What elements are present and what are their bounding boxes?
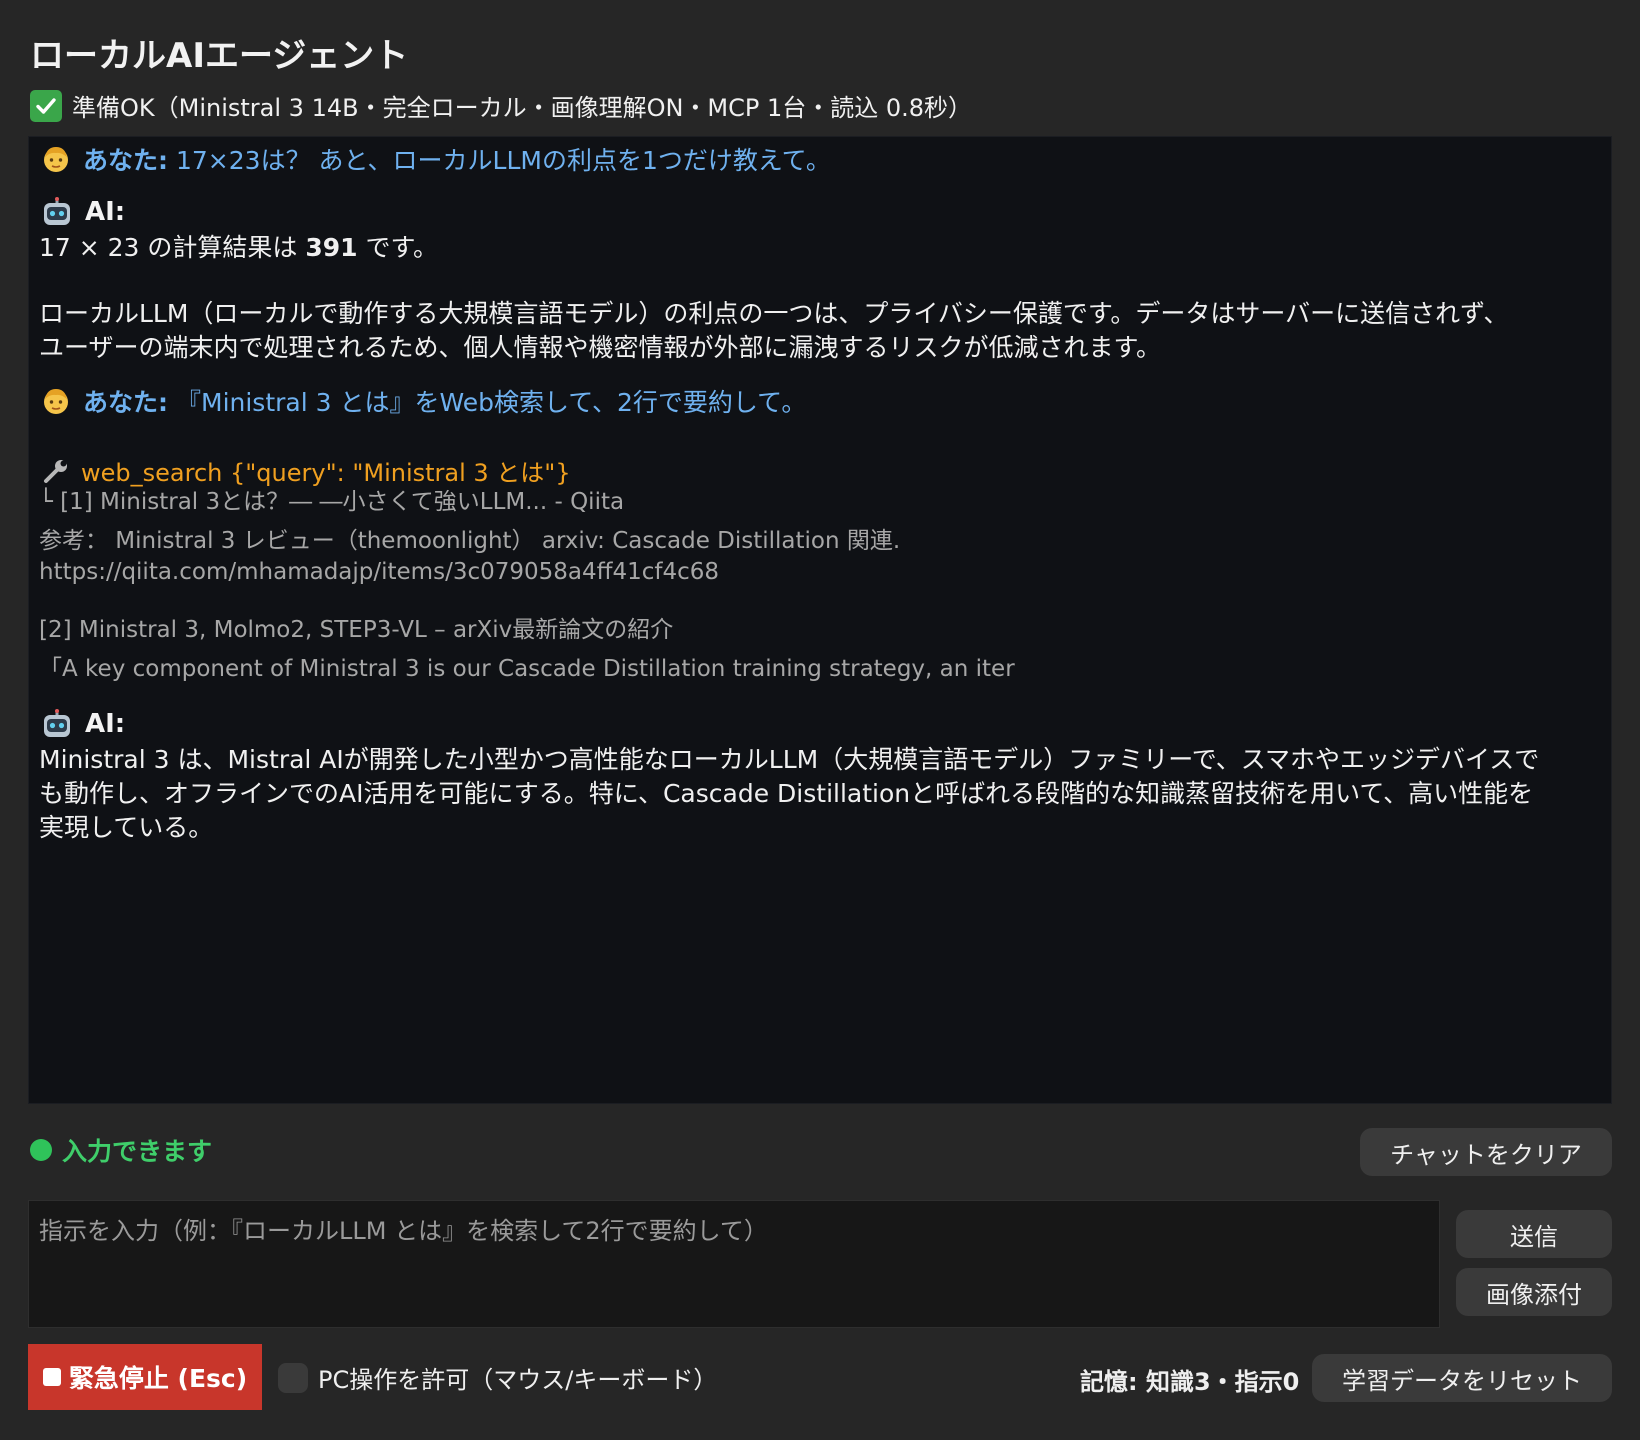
face-icon (41, 144, 71, 174)
user-message: あなた: 17×23は？ あと、ローカルLLMの利点を1つだけ教えて。 (41, 141, 831, 177)
pc-control-checkbox[interactable]: PC操作を許可（マウス/キーボード） (278, 1360, 717, 1395)
robot-icon (41, 197, 73, 227)
chat-log[interactable]: あなた: 17×23は？ あと、ローカルLLMの利点を1つだけ教えて。 AI: … (28, 136, 1612, 1104)
status-line: 準備OK（Ministral 3 14B・完全ローカル・画像理解ON・MCP 1… (30, 88, 972, 123)
instruction-input[interactable] (28, 1200, 1440, 1328)
ai-message-text: 17 × 23 の計算結果は 391 です。 ローカルLLM（ローカルで動作する… (39, 233, 1509, 362)
user-message: あなた: 『Ministral 3 とは』をWeb検索して、2行で要約して。 (41, 383, 806, 419)
send-button[interactable]: 送信 (1456, 1210, 1612, 1258)
attach-image-button[interactable]: 画像添付 (1456, 1268, 1612, 1316)
face-icon (41, 386, 71, 416)
status-dot-icon (30, 1139, 52, 1161)
reset-learning-button[interactable]: 学習データをリセット (1312, 1354, 1612, 1402)
page-title: ローカルAIエージェント (30, 36, 409, 76)
emergency-stop-button[interactable]: 緊急停止 (Esc) (28, 1344, 262, 1410)
app-window: ローカルAIエージェント 準備OK（Ministral 3 14B・完全ローカル… (0, 0, 1640, 1440)
checkbox-box[interactable] (278, 1362, 308, 1393)
wrench-icon (41, 456, 71, 486)
clear-chat-button[interactable]: チャットをクリア (1360, 1128, 1612, 1176)
tool-call-text: web_search {"query": "Ministral 3 とは"} (81, 459, 571, 487)
user-label: あなた: (83, 146, 168, 175)
user-message-text: 『Ministral 3 とは』をWeb検索して、2行で要約して。 (176, 388, 807, 417)
ai-label: AI: (85, 197, 126, 227)
result-title: └ [1] Ministral 3とは？― ―小さくて強いLLM... - Qi… (39, 489, 625, 515)
pc-control-label: PC操作を許可（マウス/キーボード） (318, 1366, 718, 1394)
memory-status: 記憶: 知識3・指示0 (1080, 1368, 1300, 1396)
input-status: 入力できます (30, 1132, 212, 1168)
ai-label: AI: (85, 709, 126, 739)
ai-message-header: AI: (41, 197, 125, 227)
stop-square-icon (42, 1368, 61, 1386)
user-message-text: 17×23は？ あと、ローカルLLMの利点を1つだけ教えて。 (176, 146, 831, 175)
result-snippet: 参考： Ministral 3 レビュー（themoonlight） arxiv… (39, 528, 901, 554)
status-text: 準備OK（Ministral 3 14B・完全ローカル・画像理解ON・MCP 1… (72, 94, 973, 122)
check-icon (30, 89, 62, 122)
robot-icon (41, 709, 73, 739)
ai-message-text: Ministral 3 は、Mistral AIが開発した小型かつ高性能なローカ… (39, 745, 1540, 842)
tool-call: web_search {"query": "Ministral 3 とは"} (41, 453, 571, 488)
user-label: あなた: (83, 388, 168, 417)
search-result: └ [1] Ministral 3とは？― ―小さくて強いLLM... - Qi… (39, 487, 1599, 588)
search-result: [2] Ministral 3, Molmo2, STEP3-VL – arXi… (39, 615, 1599, 685)
result-url: https://qiita.com/mhamadajp/items/3c0790… (39, 559, 720, 585)
result-title: [2] Ministral 3, Molmo2, STEP3-VL – arXi… (39, 617, 674, 643)
result-snippet: 「A key component of Ministral 3 is our C… (39, 656, 1015, 682)
ai-message-header: AI: (41, 709, 125, 739)
